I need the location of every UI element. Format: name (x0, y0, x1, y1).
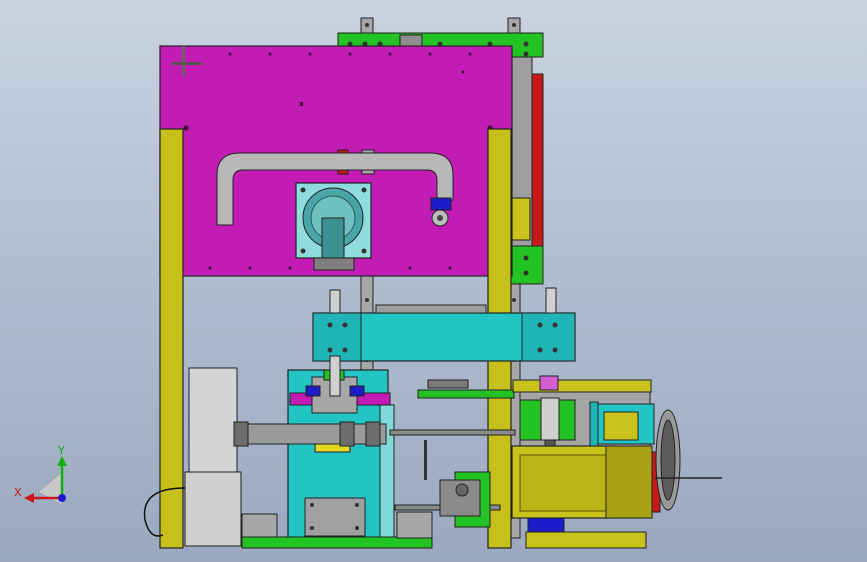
center-blue-clip-left (305, 385, 321, 397)
valve-knob (455, 483, 469, 497)
gear-motor-bottom-plate (525, 531, 647, 549)
triad-cone (37, 471, 63, 506)
triad-z-axis (58, 494, 66, 502)
right-cyan-motor-cap (603, 411, 639, 441)
main-horizontal-shaft (235, 423, 387, 445)
yellow-post-left (159, 128, 184, 549)
lower-left-block (241, 513, 278, 539)
center-blue-clip-right (349, 385, 365, 397)
triad-y-label: Y (57, 444, 65, 457)
mid-grey-rail (427, 379, 469, 389)
gear-motor-end (605, 445, 653, 519)
thin-rod-right (389, 429, 516, 436)
cad-viewport[interactable]: Y X (0, 0, 867, 562)
vertical-pin (424, 440, 427, 480)
right-magenta-fitting (539, 375, 559, 391)
lower-green-base (241, 536, 433, 549)
roller-hub (437, 215, 443, 221)
beam-top-bar (375, 304, 487, 314)
grey-cabinet-upper (188, 367, 238, 473)
pulley-groove (660, 419, 676, 501)
triad-x-label: X (14, 486, 22, 499)
yellow-slider-block (511, 197, 531, 241)
beam-sensor-right (545, 287, 557, 314)
shaft-collar-right (365, 421, 381, 447)
coordinate-triad: Y X (14, 444, 67, 506)
red-guide-rail (531, 73, 544, 247)
triad-x-arrow (24, 493, 34, 503)
right-yellow-frame-top (512, 379, 652, 393)
cyan-end-block-right (521, 312, 576, 362)
beam-sensor-left (329, 289, 341, 314)
gear-motor-front (519, 454, 607, 512)
gear-motor-blue-base (527, 517, 565, 533)
assembly-drawing[interactable]: Y X (0, 0, 867, 562)
shaft-collar-left (233, 421, 249, 447)
blue-sensor (430, 197, 452, 211)
lower-right-small (396, 511, 433, 539)
shaft-collar-mid (339, 421, 355, 447)
cyan-end-block-left (312, 312, 362, 362)
mid-green-rail (417, 389, 515, 399)
triad-y-arrow (57, 456, 67, 466)
right-grey-spindle (540, 397, 560, 441)
center-vertical-post (329, 355, 341, 397)
top-motor-shaft (321, 217, 345, 263)
right-motor-band (589, 401, 599, 447)
grey-cabinet-lower (184, 471, 242, 547)
top-motor-base (313, 257, 355, 271)
green-mid-block (509, 245, 544, 285)
